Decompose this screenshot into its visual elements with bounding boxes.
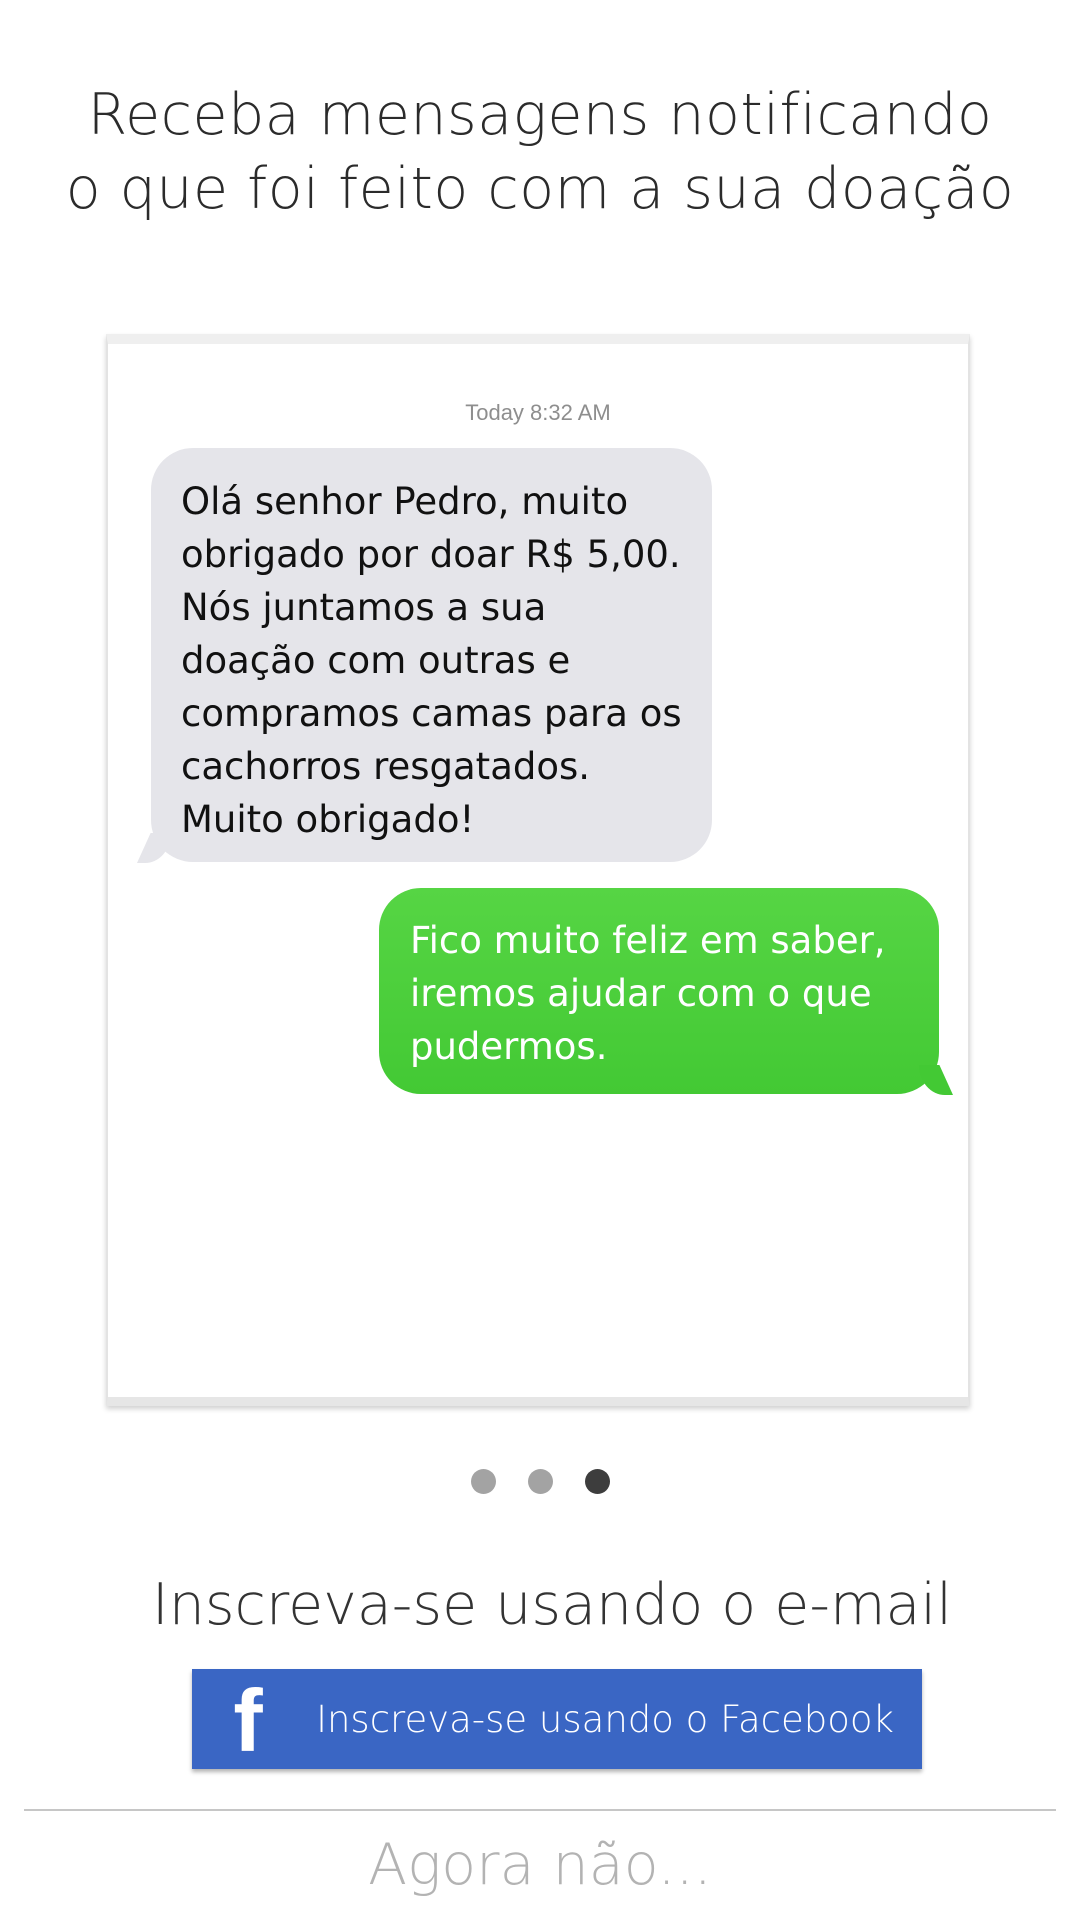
page-title-line-1: Receba mensagens notificando (87, 82, 993, 148)
incoming-bubble-tail (137, 833, 171, 863)
outgoing-message-bubble: Fico muito feliz em saber, iremos ajudar… (379, 888, 953, 1095)
outgoing-bubble-tail (919, 1065, 953, 1095)
incoming-message-text: Olá senhor Pedro, muito obrigado por doa… (181, 480, 682, 841)
outgoing-message-text: Fico muito feliz em saber, iremos ajudar… (410, 919, 886, 1068)
pager-dots (0, 1469, 1080, 1494)
incoming-message-bubble: Olá senhor Pedro, muito obrigado por doa… (137, 448, 712, 863)
signup-facebook-label: Inscreva-se usando o Facebook (316, 1697, 894, 1741)
facebook-icon: f (233, 1671, 263, 1770)
page-title-line-2: o que foi feito com a sua doação (65, 156, 1015, 222)
pager-dot-3-active[interactable] (584, 1469, 610, 1494)
message-timestamp: Today 8:32 AM (465, 400, 611, 425)
signup-facebook-button[interactable]: f Inscreva-se usando o Facebook (192, 1669, 922, 1769)
pager-dot-1[interactable] (470, 1469, 496, 1494)
conversation-preview-card: Today 8:32 AM Olá senhor Pedro, muito ob… (106, 334, 970, 1406)
skip-link[interactable]: Agora não... (0, 1832, 1080, 1898)
divider (24, 1809, 1056, 1811)
page-title: Receba mensagens notificando o que foi f… (40, 78, 1040, 226)
signup-email-link[interactable]: Inscreva-se usando o e-mail (0, 1572, 1080, 1638)
pager-dot-2[interactable] (527, 1469, 553, 1494)
